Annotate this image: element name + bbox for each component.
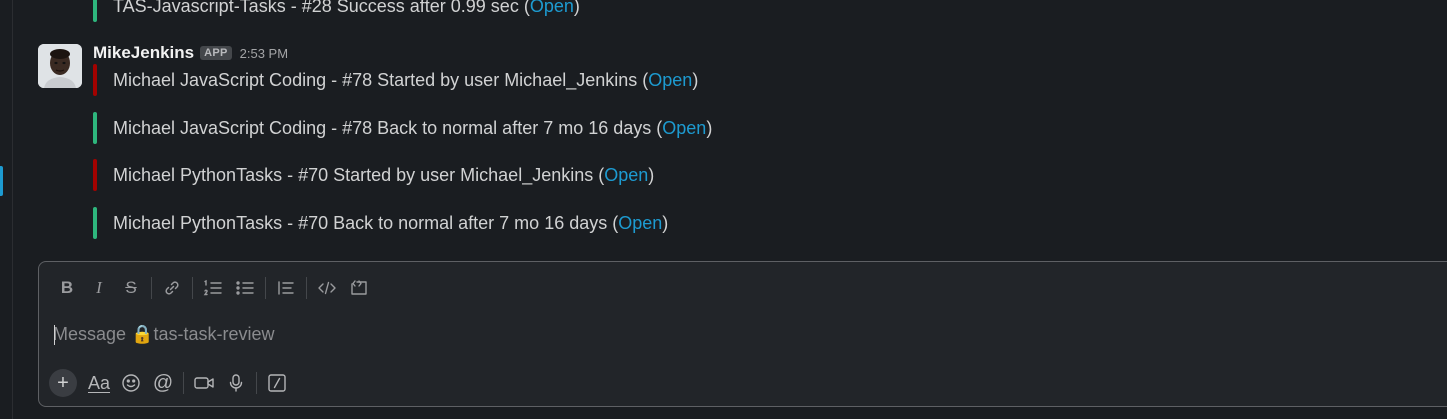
toolbar-divider xyxy=(192,277,193,299)
username[interactable]: MikeJenkins xyxy=(93,43,194,63)
toolbar-divider xyxy=(256,372,257,394)
message-text-close: ) xyxy=(573,0,580,16)
app-badge: APP xyxy=(200,46,232,60)
active-channel-indicator xyxy=(0,166,3,196)
video-clip-button[interactable] xyxy=(188,367,220,399)
toolbar-divider xyxy=(306,277,307,299)
message-text: TAS-Javascript-Tasks - #28 Success after… xyxy=(113,0,530,16)
open-link[interactable]: Open xyxy=(662,118,706,138)
italic-button[interactable]: I xyxy=(83,272,115,304)
code-block-button[interactable] xyxy=(343,272,375,304)
toolbar-divider xyxy=(265,277,266,299)
italic-icon: I xyxy=(96,278,102,297)
bulleted-list-button[interactable] xyxy=(229,272,261,304)
attach-button[interactable]: + xyxy=(49,369,77,397)
status-bar xyxy=(93,0,97,22)
message-input[interactable] xyxy=(53,320,1353,348)
previous-message-line: TAS-Javascript-Tasks - #28 Success after… xyxy=(93,0,580,22)
mention-button[interactable]: @ xyxy=(147,367,179,399)
formatting-toggle-button[interactable]: Aa xyxy=(83,367,115,399)
at-icon: @ xyxy=(152,371,174,394)
message-text-close: ) xyxy=(706,117,713,138)
bold-button[interactable]: B xyxy=(51,272,83,304)
formatting-toolbar: B I S xyxy=(51,272,375,304)
bold-icon: B xyxy=(60,278,74,297)
toolbar-divider xyxy=(151,277,152,299)
open-link[interactable]: Open xyxy=(618,213,662,233)
strikethrough-icon: S xyxy=(125,278,137,297)
message-text: Michael JavaScript Coding - #78 Back to … xyxy=(113,117,663,138)
timestamp[interactable]: 2:53 PM xyxy=(240,46,288,61)
message-line: Michael PythonTasks - #70 Back to normal… xyxy=(93,207,668,239)
message-line: Michael JavaScript Coding - #78 Started … xyxy=(93,64,698,96)
code-button[interactable] xyxy=(311,272,343,304)
message-text-close: ) xyxy=(648,164,655,185)
audio-clip-button[interactable] xyxy=(220,367,252,399)
blockquote-button[interactable] xyxy=(270,272,302,304)
message-header: MikeJenkins APP 2:53 PM xyxy=(93,42,288,64)
message-text-close: ) xyxy=(662,212,669,233)
microphone-icon xyxy=(229,374,243,392)
status-bar xyxy=(93,64,97,96)
blockquote-icon xyxy=(278,281,294,295)
code-block-icon xyxy=(351,280,367,295)
message-composer: B I S Message 🔒tas-task-review + Aa @ xyxy=(38,261,1447,407)
code-icon xyxy=(318,281,336,295)
plus-icon: + xyxy=(57,371,69,394)
avatar[interactable] xyxy=(38,44,82,88)
sidebar-edge xyxy=(0,0,13,419)
status-bar xyxy=(93,207,97,239)
emoji-button[interactable] xyxy=(115,367,147,399)
message-text: Michael JavaScript Coding - #78 Started … xyxy=(113,69,649,90)
message-text: Michael PythonTasks - #70 Started by use… xyxy=(113,164,605,185)
message-text: Michael PythonTasks - #70 Back to normal… xyxy=(113,212,619,233)
ordered-list-button[interactable] xyxy=(197,272,229,304)
link-icon xyxy=(165,281,179,295)
shortcuts-button[interactable] xyxy=(261,367,293,399)
status-bar xyxy=(93,159,97,191)
status-bar xyxy=(93,112,97,144)
message-text-close: ) xyxy=(692,69,699,90)
open-link[interactable]: Open xyxy=(604,165,648,185)
message-line: Michael JavaScript Coding - #78 Back to … xyxy=(93,112,712,144)
video-icon xyxy=(194,377,214,389)
text-caret xyxy=(54,325,55,345)
composer-actions: + Aa @ xyxy=(49,366,293,400)
ordered-list-icon xyxy=(203,279,222,296)
toolbar-divider xyxy=(183,372,184,394)
open-link[interactable]: Open xyxy=(530,0,574,16)
slash-command-icon xyxy=(268,374,286,392)
link-button[interactable] xyxy=(156,272,188,304)
text-format-icon: Aa xyxy=(87,372,111,393)
strikethrough-button[interactable]: S xyxy=(115,272,147,304)
emoji-icon xyxy=(122,374,140,392)
bulleted-list-icon xyxy=(236,281,254,295)
open-link[interactable]: Open xyxy=(648,70,692,90)
message-line: Michael PythonTasks - #70 Started by use… xyxy=(93,159,654,191)
